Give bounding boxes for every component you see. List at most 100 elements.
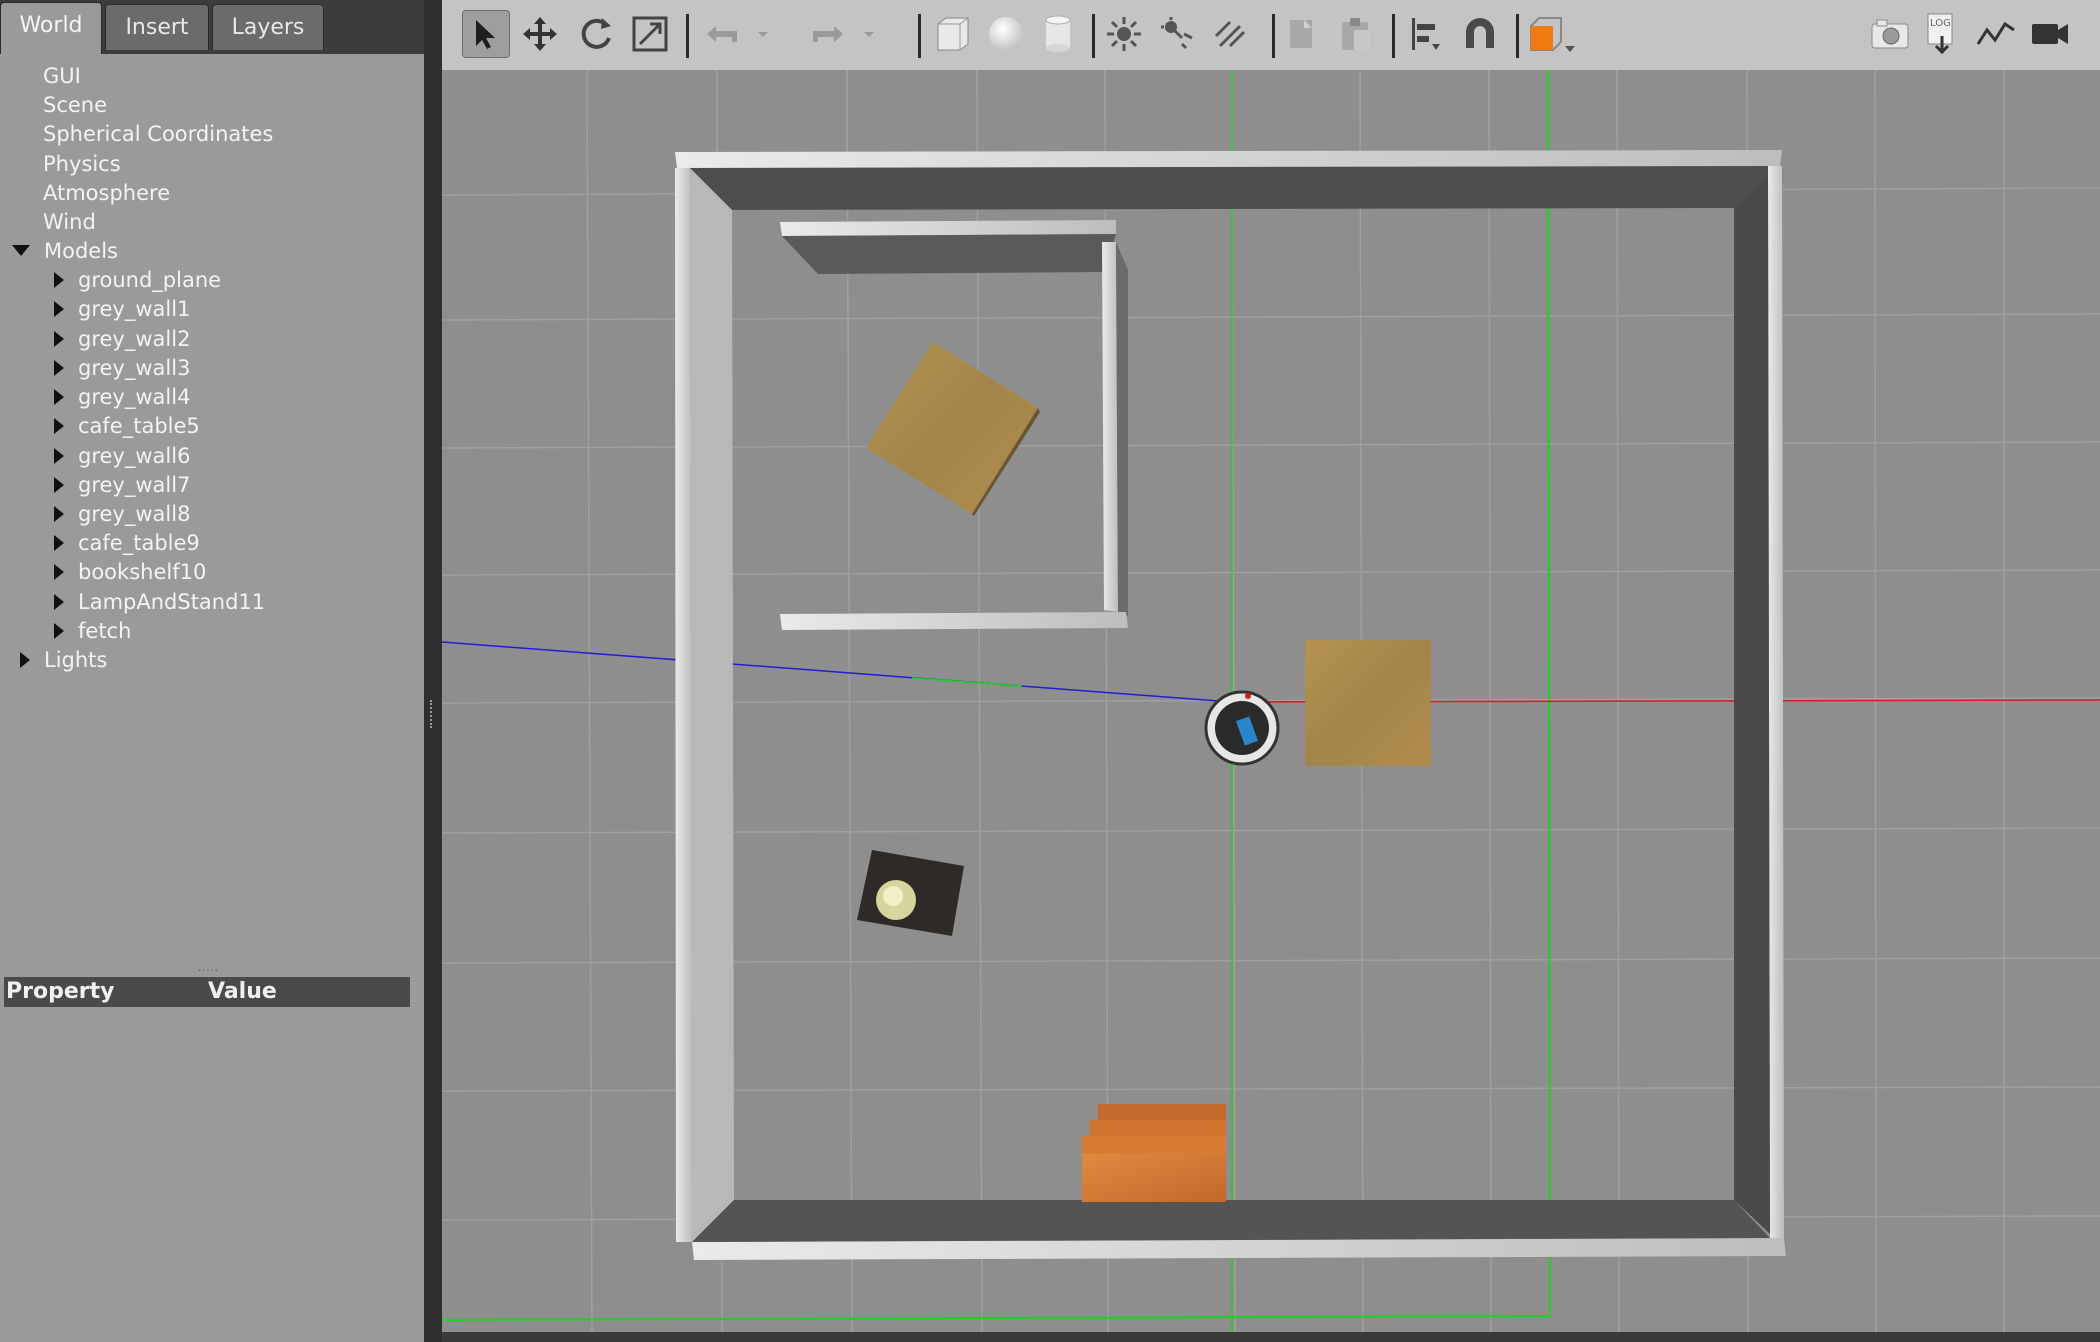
expand-arrow-icon[interactable] [54, 593, 64, 610]
insert-cylinder-button[interactable] [1034, 10, 1082, 58]
tab-world[interactable]: World [0, 2, 102, 54]
bookshelf-shelf [1090, 1120, 1226, 1138]
tree-item-model[interactable]: cafe_table5 [54, 412, 200, 441]
view-angle-button[interactable] [1524, 10, 1582, 58]
insert-spot-light-button[interactable] [1154, 10, 1202, 58]
toolbar-separator [1272, 14, 1275, 58]
tree-item-model[interactable]: grey_wall3 [54, 354, 190, 383]
inner-wall-top-face [782, 234, 1116, 274]
tree-item-model[interactable]: fetch [54, 617, 131, 646]
y-axis-line [1547, 70, 1551, 1317]
toolbar-separator [1392, 14, 1395, 58]
tree-item-model[interactable]: grey_wall1 [54, 295, 190, 324]
model-label: grey_wall6 [78, 444, 191, 468]
view-angle-icon [1530, 17, 1575, 52]
tree-item-scene[interactable]: Scene [43, 91, 107, 120]
expand-arrow-icon[interactable] [20, 651, 30, 668]
bookshelf10[interactable] [1082, 1104, 1226, 1202]
inner-wall-top[interactable] [780, 220, 1116, 236]
expand-arrow-icon[interactable] [54, 476, 64, 493]
tree-item-lights[interactable]: Lights [20, 646, 107, 675]
expand-arrow-icon[interactable] [54, 505, 64, 522]
panel-divider[interactable] [424, 0, 442, 1342]
lamp-and-stand11[interactable] [857, 850, 964, 936]
snap-button[interactable] [1456, 10, 1504, 58]
expand-arrow-icon[interactable] [54, 563, 64, 580]
column-property: Property [6, 979, 115, 1004]
record-video-button[interactable] [2026, 10, 2074, 58]
tree-item-models[interactable]: Models [12, 237, 118, 266]
select-icon [476, 20, 495, 49]
insert-box-button[interactable] [928, 10, 976, 58]
tree-item-physics[interactable]: Physics [43, 150, 121, 179]
box-shape-icon [937, 17, 969, 51]
redo-history-button[interactable] [856, 10, 882, 58]
tree-item-gui[interactable]: GUI [43, 62, 81, 91]
splitter-handle[interactable]: ····· [198, 966, 226, 977]
screenshot-icon [1871, 19, 1909, 49]
viewport-bottom-border [442, 1332, 2100, 1342]
insert-directional-light-button[interactable] [1206, 10, 1254, 58]
tree-item-atmosphere[interactable]: Atmosphere [43, 179, 170, 208]
tree-item-model[interactable]: ground_plane [54, 266, 221, 295]
expand-arrow-icon[interactable] [54, 359, 64, 376]
left-panel: World Insert Layers GUI Scene Spherical … [0, 0, 424, 1342]
outer-wall-top[interactable] [675, 150, 1782, 168]
expand-arrow-icon[interactable] [54, 447, 64, 464]
insert-sphere-button[interactable] [982, 10, 1030, 58]
model-label: cafe_table5 [78, 414, 200, 438]
undo-icon [707, 26, 737, 42]
expand-arrow-icon[interactable] [54, 534, 64, 551]
column-value: Value [208, 979, 277, 1004]
align-button[interactable] [1402, 10, 1450, 58]
toolbar: LOG [442, 0, 2100, 71]
expand-arrow-icon[interactable] [54, 271, 64, 288]
scene-canvas[interactable] [442, 70, 2100, 1332]
undo-history-button[interactable] [750, 10, 776, 58]
inner-wall-right[interactable] [1102, 242, 1118, 612]
expand-arrow-icon[interactable] [54, 417, 64, 434]
collapse-arrow-icon[interactable] [12, 245, 30, 256]
expand-arrow-icon[interactable] [54, 388, 64, 405]
fetch-robot[interactable] [1204, 690, 1280, 766]
model-label: grey_wall4 [78, 385, 191, 409]
align-icon [1412, 18, 1440, 50]
outer-wall-left[interactable] [675, 168, 692, 1242]
tree-item-wind[interactable]: Wind [43, 208, 96, 237]
tab-insert[interactable]: Insert [105, 4, 209, 50]
tree-item-model[interactable]: grey_wall4 [54, 383, 190, 412]
translate-mode-button[interactable] [516, 10, 564, 58]
tree-item-model[interactable]: grey_wall7 [54, 471, 190, 500]
scale-mode-button[interactable] [626, 10, 674, 58]
redo-button[interactable] [804, 10, 852, 58]
tree-item-model[interactable]: grey_wall8 [54, 500, 190, 529]
outer-wall-right[interactable] [1768, 166, 1784, 1238]
redo-history-icon [864, 32, 874, 37]
expand-arrow-icon[interactable] [54, 300, 64, 317]
copy-button[interactable] [1278, 10, 1326, 58]
undo-button[interactable] [698, 10, 746, 58]
insert-point-light-button[interactable] [1100, 10, 1148, 58]
tree-item-model[interactable]: LampAndStand11 [54, 588, 265, 617]
3d-viewport[interactable] [442, 70, 2100, 1332]
plot-button[interactable] [1972, 10, 2020, 58]
divider-grip-icon[interactable] [430, 700, 435, 728]
screenshot-button[interactable] [1866, 10, 1914, 58]
paste-button[interactable] [1332, 10, 1380, 58]
rotate-mode-button[interactable] [572, 10, 620, 58]
log-button[interactable]: LOG [1918, 10, 1966, 58]
cafe-table5[interactable] [866, 342, 1040, 516]
expand-arrow-icon[interactable] [54, 622, 64, 639]
tree-item-model[interactable]: grey_wall2 [54, 325, 190, 354]
tree-item-model[interactable]: cafe_table9 [54, 529, 200, 558]
inner-wall-bottom[interactable] [780, 612, 1128, 630]
copy-icon [1290, 20, 1312, 48]
tree-item-model[interactable]: bookshelf10 [54, 558, 206, 587]
tree-item-spherical-coordinates[interactable]: Spherical Coordinates [43, 120, 273, 149]
tree-item-model[interactable]: grey_wall6 [54, 442, 190, 471]
tab-layers[interactable]: Layers [212, 4, 324, 50]
expand-arrow-icon[interactable] [54, 330, 64, 347]
cafe-table9[interactable] [1305, 640, 1431, 766]
z-axis-line [442, 641, 1233, 703]
select-mode-button[interactable] [462, 10, 510, 58]
